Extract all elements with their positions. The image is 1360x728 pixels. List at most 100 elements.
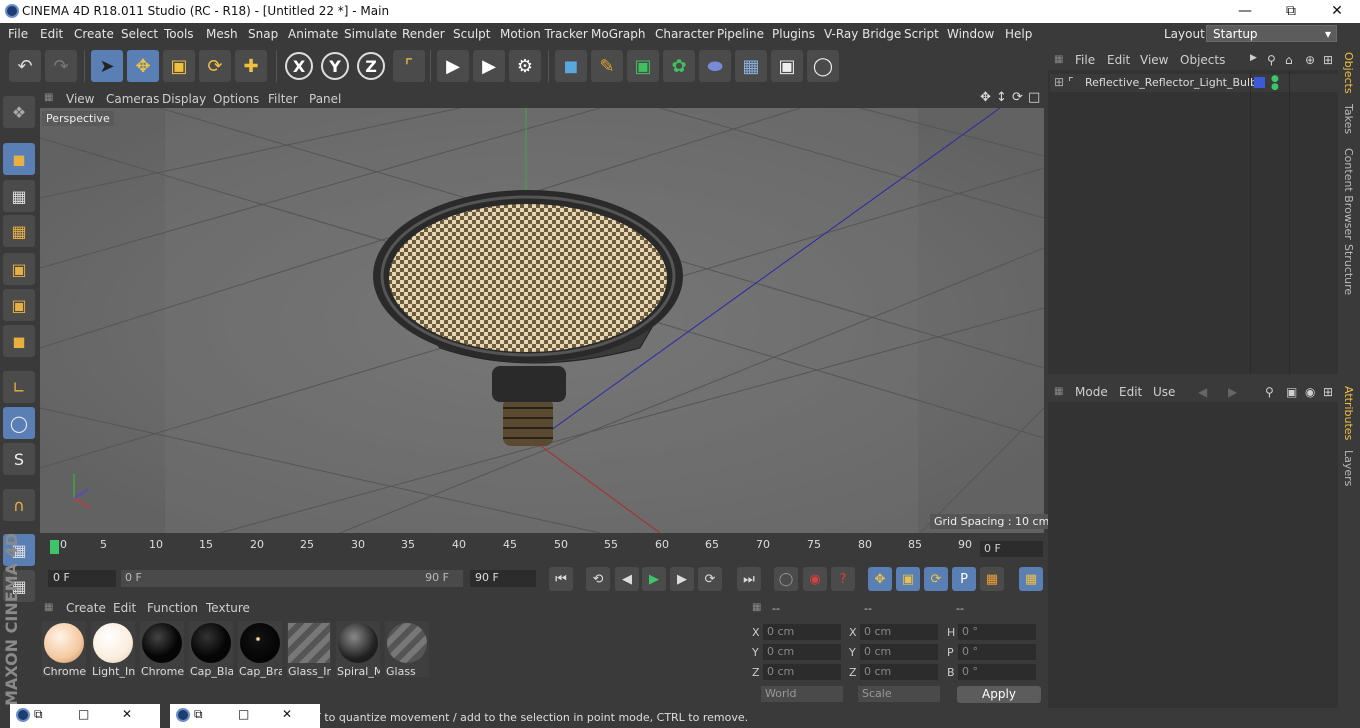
menu-snap[interactable]: Snap (248, 27, 278, 41)
next-frame-button[interactable]: ▶ (670, 567, 694, 591)
play-button[interactable]: ▶ (642, 567, 666, 591)
mat-menu-texture[interactable]: Texture (206, 601, 250, 615)
previous-key-button[interactable]: ⟲ (586, 567, 610, 591)
menu-create[interactable]: Create (74, 27, 114, 41)
tab-objects[interactable]: Objects (1342, 52, 1355, 94)
key-rotation-button[interactable]: ⟳ (924, 567, 948, 591)
material-swatch[interactable]: Light_In (91, 621, 135, 678)
close-button[interactable]: ✕ (1314, 0, 1360, 23)
vp-menu-panel[interactable]: Panel (309, 92, 341, 106)
key-position-button[interactable]: ✥ (868, 567, 892, 591)
render-picture-viewer-button[interactable]: ▶ (473, 50, 505, 82)
size-y-field[interactable]: 0 cm (860, 644, 938, 660)
position-x-field[interactable]: 0 cm (763, 624, 841, 640)
key-scale-button[interactable]: ▣ (896, 567, 920, 591)
menu-pipeline[interactable]: Pipeline (717, 27, 764, 41)
rotation-b-field[interactable]: 0 ° (958, 664, 1036, 680)
position-z-field[interactable]: 0 cm (763, 664, 841, 680)
menu-window[interactable]: Window (947, 27, 994, 41)
vp-menu-display[interactable]: Display (162, 92, 206, 106)
coordinate-space-dropdown[interactable]: World (761, 686, 843, 702)
obj-menu-edit[interactable]: Edit (1107, 53, 1130, 67)
material-swatch[interactable]: Glass_In (287, 621, 331, 678)
tab-content-browser[interactable]: Content Browser (1342, 148, 1355, 240)
restore-icon[interactable]: ⧉ (194, 707, 203, 722)
rotation-h-field[interactable]: 0 ° (958, 624, 1036, 640)
vp-menu-cameras[interactable]: Cameras (106, 92, 159, 106)
mat-menu-create[interactable]: Create (66, 601, 106, 615)
autokey-button[interactable]: ◉ (803, 567, 827, 591)
attr-menu-edit[interactable]: Edit (1119, 385, 1142, 399)
magnet-button[interactable]: ∩ (3, 489, 35, 521)
previous-frame-button[interactable]: ◀ (615, 567, 639, 591)
object-name[interactable]: Reflective_Reflector_Light_Bulb (1085, 76, 1257, 89)
close-icon[interactable]: ✕ (282, 707, 292, 721)
menu-character[interactable]: Character (655, 27, 714, 41)
restore-icon[interactable]: ⧉ (34, 707, 43, 722)
snap-button[interactable]: S (3, 443, 35, 475)
move-tool-button[interactable]: ✥ (127, 50, 159, 82)
polygons-mode-button[interactable]: ◼ (3, 325, 35, 357)
key-pla-button[interactable]: ▦ (980, 567, 1004, 591)
layout-dropdown[interactable]: Startup ▾ (1206, 25, 1337, 42)
minimize-button[interactable]: — (1222, 0, 1268, 23)
menu-help[interactable]: Help (1005, 27, 1032, 41)
timeline-ruler[interactable] (40, 536, 1045, 562)
menu-tools[interactable]: Tools (164, 27, 194, 41)
viewport-zoom-icon[interactable]: ↕ (996, 90, 1007, 105)
forward-arrow-icon[interactable]: ▶ (1228, 385, 1237, 399)
menu-mograph[interactable]: MoGraph (591, 27, 646, 41)
points-mode-button[interactable]: ▣ (3, 253, 35, 285)
texture-mode-button[interactable]: ▦ (3, 180, 35, 212)
material-swatch[interactable]: Glass (385, 621, 429, 678)
record-keys-button[interactable]: ◯ (774, 567, 798, 591)
menu-render[interactable]: Render (402, 27, 445, 41)
next-key-button[interactable]: ⟳ (698, 567, 722, 591)
undo-button[interactable]: ↶ (9, 50, 41, 82)
menu-simulate[interactable]: Simulate (344, 27, 397, 41)
material-swatch[interactable]: Spiral_M (336, 621, 380, 678)
size-z-field[interactable]: 0 cm (860, 664, 938, 680)
search-icon[interactable]: ⚲ (1265, 385, 1274, 399)
new-panel-icon[interactable]: ⊞ (1323, 53, 1333, 67)
menu-animate[interactable]: Animate (288, 27, 338, 41)
object-row[interactable]: ⊞ ⌜ Reflective_Reflector_Light_Bulb ● ● (1050, 74, 1338, 92)
size-x-field[interactable]: 0 cm (860, 624, 938, 640)
tweak-mode-button[interactable]: ◯ (3, 407, 35, 439)
restore-button[interactable]: ⧉ (1268, 0, 1314, 23)
edges-mode-button[interactable]: ▣ (3, 289, 35, 321)
visibility-dots-icon[interactable]: ● ● (1271, 75, 1279, 92)
z-axis-lock-button[interactable]: Z (357, 52, 385, 80)
mat-menu-function[interactable]: Function (147, 601, 198, 615)
transform-tool-button[interactable]: ✚ (235, 50, 267, 82)
y-axis-lock-button[interactable]: Y (321, 52, 349, 80)
menu-edit[interactable]: Edit (40, 27, 63, 41)
select-tool-button[interactable]: ➤ (91, 50, 123, 82)
home-icon[interactable]: ⌂ (1285, 53, 1293, 67)
add-deformer-button[interactable]: ⬬ (699, 50, 731, 82)
tab-structure[interactable]: Structure (1342, 244, 1355, 295)
render-view-button[interactable]: ▶ (437, 50, 469, 82)
apply-button[interactable]: Apply (957, 686, 1041, 703)
expand-icon[interactable]: ⊞ (1054, 75, 1064, 89)
tab-attributes[interactable]: Attributes (1342, 386, 1355, 440)
start-frame-field[interactable]: 0 F (48, 570, 116, 587)
key-parameter-button[interactable]: P (952, 567, 976, 591)
minimized-window[interactable]: ⧉ □ ✕ (170, 704, 320, 728)
preview-range-slider[interactable]: 0 F 90 F (121, 570, 463, 587)
attr-menu-use[interactable]: Use (1153, 385, 1175, 399)
redo-button[interactable]: ↷ (45, 50, 77, 82)
obj-menu-file[interactable]: File (1075, 53, 1095, 67)
axis-mode-button[interactable]: ∟ (3, 371, 35, 403)
obj-menu-view[interactable]: View (1140, 53, 1168, 67)
filter-icon[interactable]: ⊕ (1305, 53, 1315, 67)
add-mograph-button[interactable]: ✿ (663, 50, 695, 82)
rotation-p-field[interactable]: 0 ° (958, 644, 1036, 660)
viewport-rotate-icon[interactable]: ⟳ (1012, 90, 1023, 105)
layer-color-swatch[interactable] (1254, 77, 1265, 88)
material-swatch[interactable]: Cap_Bla (189, 621, 233, 678)
maximize-icon[interactable]: □ (78, 707, 89, 721)
lock-icon[interactable]: ▣ (1286, 385, 1297, 399)
menu-sculpt[interactable]: Sculpt (453, 27, 490, 41)
search-icon[interactable]: ⚲ (1267, 53, 1276, 67)
